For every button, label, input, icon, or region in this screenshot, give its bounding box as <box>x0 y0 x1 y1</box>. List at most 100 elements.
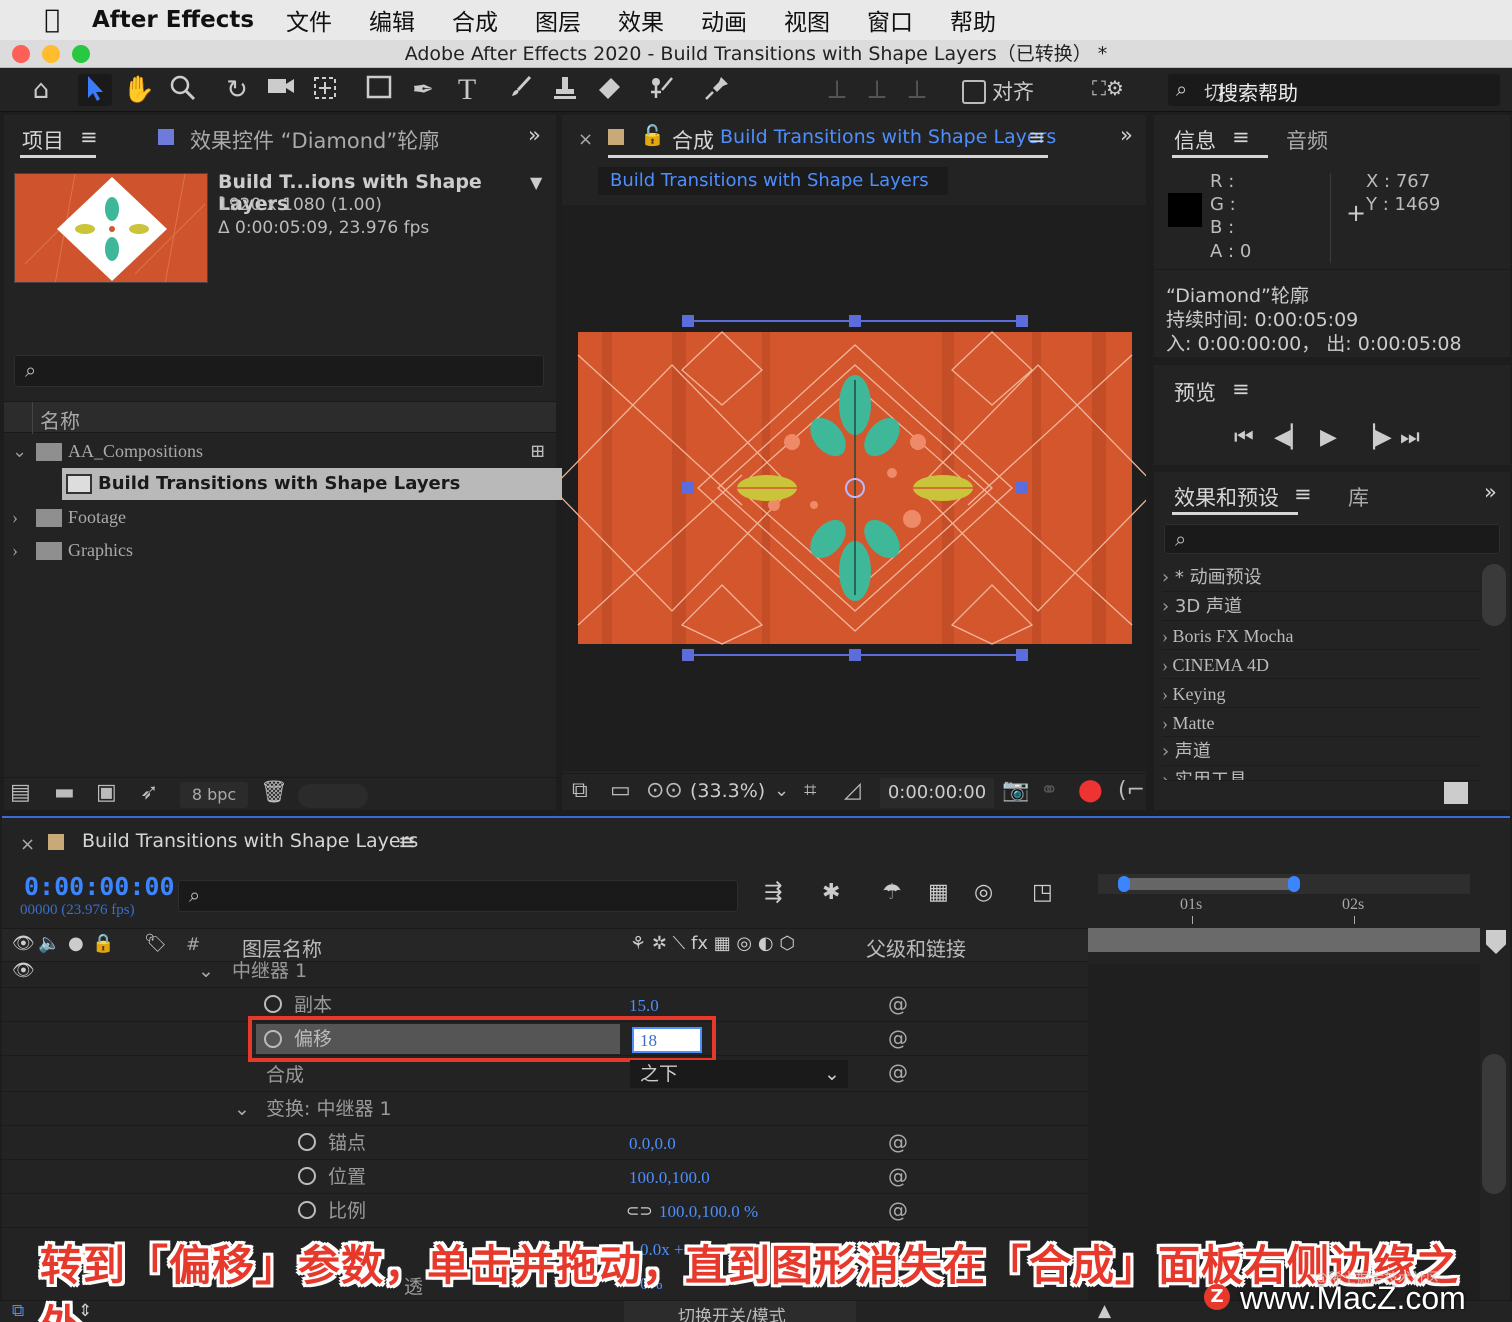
comp-mini-flowchart-icon[interactable]: ⇶ <box>764 880 782 905</box>
work-area-end-handle[interactable] <box>1288 876 1300 892</box>
effects-category[interactable]: › 实用工具 <box>1162 767 1480 781</box>
pickwhip-icon[interactable]: @ <box>888 1132 908 1152</box>
switches-icons[interactable]: ⚘ ✲ ⟍ fx ▦ ◎ ◐ ⬡ <box>630 933 795 954</box>
type-tool-icon[interactable]: T <box>450 74 484 106</box>
comp-menu-icon[interactable]: ≡ <box>1028 125 1046 149</box>
current-time-indicator-icon[interactable] <box>1486 930 1506 954</box>
solo-icon[interactable]: ● <box>68 933 84 954</box>
tab-project[interactable]: 项目 <box>22 125 64 155</box>
transparency-grid-icon[interactable]: ◿ <box>844 778 861 803</box>
tab-effects-presets[interactable]: 效果和预设 <box>1174 482 1279 512</box>
shy-layers-icon[interactable]: ☂ <box>882 880 902 905</box>
pickwhip-icon[interactable]: @ <box>888 1200 908 1220</box>
pickwhip-icon[interactable]: @ <box>888 994 908 1014</box>
show-snapshot-icon[interactable]: ⚭ <box>1040 778 1058 803</box>
effects-category[interactable]: › Keying <box>1162 680 1480 708</box>
tab-composition[interactable]: Build Transitions with Shape Layers <box>720 126 1056 148</box>
rectangle-tool-icon[interactable] <box>362 74 396 106</box>
stopwatch-icon[interactable] <box>264 1030 282 1048</box>
apple-icon[interactable]:  <box>26 5 78 35</box>
property-value[interactable]: 100.0,100.0 % <box>659 1195 758 1229</box>
graph-editor-icon[interactable]: ◳ <box>1032 880 1053 905</box>
pen-tool-icon[interactable]: ✒ <box>406 74 440 106</box>
timeline-row-transform[interactable]: ⌄ 变换: 中继器 1 <box>0 1092 1088 1126</box>
interpret-footage-icon[interactable]: ▤ <box>10 780 31 805</box>
comp-viewer[interactable] <box>551 205 1159 771</box>
last-frame-icon[interactable]: ⏭ <box>1400 425 1420 450</box>
axis-view-icon[interactable]: ⟂ <box>900 74 934 106</box>
menu-view[interactable]: 视图 <box>784 3 830 37</box>
timeline-search-input[interactable]: ⌕ <box>178 880 738 912</box>
eye-icon[interactable]: 👁 <box>12 933 35 954</box>
new-preset-icon[interactable] <box>1444 782 1468 804</box>
bit-depth-button[interactable]: 8 bpc <box>180 782 248 808</box>
effects-category[interactable]: › 声道 <box>1162 738 1480 766</box>
timeline-row-composite[interactable]: 合成 之下 ⌄ @ <box>0 1058 1088 1092</box>
frame-blending-icon[interactable]: ▦ <box>928 880 949 905</box>
monitor-icon[interactable]: ▭ <box>610 778 631 803</box>
project-menu-icon[interactable]: ≡ <box>80 125 98 149</box>
timeline-current-time[interactable]: 0:00:00:00 <box>24 872 175 901</box>
hand-tool-icon[interactable]: ✋ <box>122 74 156 106</box>
axis-local-icon[interactable]: ⟂ <box>820 74 854 106</box>
axis-world-icon[interactable]: ⟂ <box>860 74 894 106</box>
expand-chevron-icon[interactable]: › <box>12 501 18 533</box>
menu-effect[interactable]: 效果 <box>618 3 664 37</box>
region-of-interest-icon[interactable]: ⌗ <box>804 778 816 803</box>
timeline-tab[interactable]: Build Transitions with Shape Layers <box>82 830 418 852</box>
next-frame-icon[interactable]: ▕▶ <box>1358 425 1392 450</box>
project-item-folder[interactable]: ⌄ AA_Compositions ⊞ <box>8 435 548 467</box>
snapping-checkbox[interactable] <box>962 80 986 104</box>
eye-icon[interactable]: 👁 <box>12 954 35 988</box>
eraser-tool-icon[interactable] <box>592 74 626 106</box>
new-folder-icon[interactable]: ▬ <box>54 780 75 805</box>
roto-brush-tool-icon[interactable] <box>646 74 680 106</box>
rotate-tool-icon[interactable]: ↻ <box>220 74 254 106</box>
constrain-proportions-icon[interactable]: ⊂⊃ <box>626 1194 653 1228</box>
audio-icon[interactable]: 🔈 <box>38 933 60 954</box>
workspace-icon[interactable]: ⛶⚙ <box>1092 76 1124 100</box>
always-preview-icon[interactable]: ⧉ <box>572 778 588 803</box>
vr-glasses-icon[interactable]: ⊙⊙ <box>646 778 683 803</box>
panel-overflow-icon[interactable]: » <box>528 123 541 147</box>
work-area-start-handle[interactable] <box>1118 876 1130 892</box>
property-value[interactable]: 100.0,100.0 <box>629 1161 710 1195</box>
motion-blur-icon[interactable]: ◎ <box>974 880 993 905</box>
project-search-input[interactable]: ⌕ <box>14 355 544 387</box>
chevron-down-icon[interactable]: ⌄ <box>774 780 789 801</box>
expand-chevron-icon[interactable]: ⌄ <box>198 954 214 988</box>
effects-scrollbar[interactable] <box>1482 564 1506 626</box>
brush-tool-icon[interactable] <box>504 74 538 106</box>
pan-behind-tool-icon[interactable] <box>308 74 342 106</box>
tab-effect-controls[interactable]: 效果控件 “Diamond”轮廓 <box>190 125 439 155</box>
zoom-dropdown[interactable]: (33.3%) <box>690 780 765 802</box>
channel-rgb-icon[interactable]: ⬤ <box>1078 778 1103 803</box>
layer-switches-icon[interactable]: ⧉ <box>12 1301 24 1321</box>
comp-dropdown-icon[interactable]: ▼ <box>530 173 542 192</box>
label-tag-icon[interactable]: 🏷 <box>144 933 167 954</box>
stopwatch-icon[interactable] <box>298 1167 316 1185</box>
view-options-icon[interactable]: (⌐ <box>1118 778 1145 803</box>
toggle-switches-modes-button[interactable]: 切换开关/模式 <box>624 1301 856 1322</box>
zoom-out-icon[interactable]: ▲ <box>1098 1301 1111 1321</box>
timeline-row-repeater[interactable]: 👁 ⌄ 中继器 1 <box>0 954 1088 988</box>
effects-menu-icon[interactable]: ≡ <box>1294 482 1312 506</box>
trash-icon[interactable]: 🗑 <box>260 780 288 805</box>
effects-search-input[interactable]: ⌕ <box>1164 524 1500 554</box>
first-frame-icon[interactable]: ⏮ <box>1234 425 1254 450</box>
snapshot-camera-icon[interactable]: 📷 <box>1002 778 1029 803</box>
offset-value-input[interactable]: 18 <box>632 1027 702 1053</box>
tab-info[interactable]: 信息 <box>1174 125 1216 155</box>
minimize-window-button[interactable] <box>42 45 60 63</box>
tab-audio[interactable]: 音频 <box>1286 125 1328 155</box>
panel-overflow-icon[interactable]: » <box>1120 123 1133 147</box>
zoom-window-button[interactable] <box>72 45 90 63</box>
pickwhip-icon[interactable]: @ <box>888 1062 908 1082</box>
effects-category[interactable]: › 3D 声道 <box>1162 593 1480 621</box>
expand-chevron-icon[interactable]: ⌄ <box>234 1092 250 1126</box>
current-time-display[interactable]: 0:00:00:00 <box>880 778 994 808</box>
home-icon[interactable]: ⌂ <box>24 74 58 106</box>
column-name-header[interactable]: 名称 <box>40 405 80 434</box>
effects-category[interactable]: › CINEMA 4D <box>1162 651 1480 679</box>
camera-tool-icon[interactable] <box>264 74 298 106</box>
